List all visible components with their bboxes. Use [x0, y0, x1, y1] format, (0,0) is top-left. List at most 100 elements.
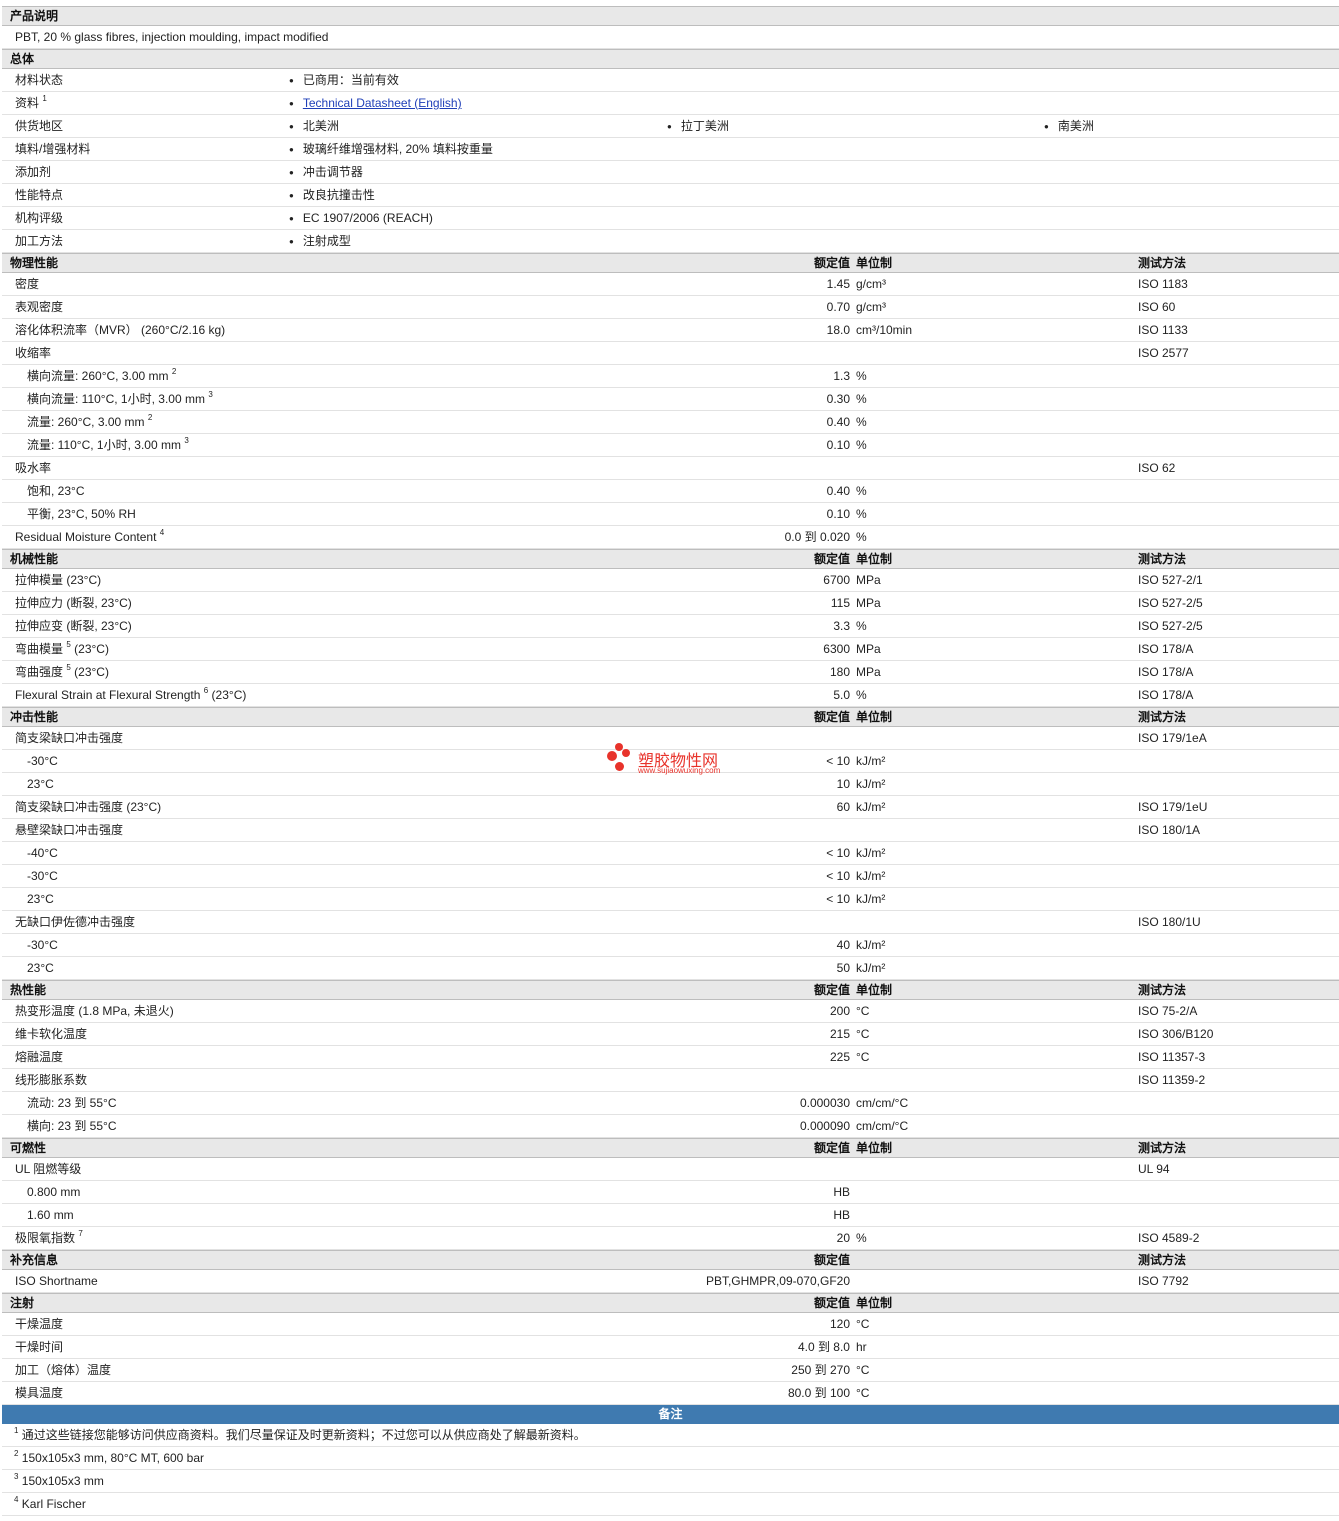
property-value: < 10	[826, 754, 850, 768]
property-label: Residual Moisture Content 4	[15, 526, 164, 548]
property-value: 80.0 到 100	[787, 1386, 850, 1400]
property-row: 23°C 50 kJ/m²	[2, 957, 1339, 980]
note-row: 2 150x105x3 mm, 80°C MT, 600 bar	[2, 1447, 1339, 1470]
note-row: 1 通过这些链接您能够访问供应商资料。我们尽量保证及时更新资料；不过您可以从供应…	[2, 1424, 1339, 1447]
property-label-text: -30°C	[27, 938, 58, 952]
property-label: 干燥温度	[15, 1313, 63, 1335]
property-row: 0.800 mm HB	[2, 1181, 1339, 1204]
section-header: 机械性能 额定值 单位制 测试方法	[2, 549, 1339, 569]
column-header-unit: 单位制	[856, 1296, 893, 1310]
property-unit: cm/cm/°C	[856, 1119, 909, 1133]
property-label-text: 饱和, 23°C	[27, 484, 85, 498]
column-header-unit: 单位制	[856, 552, 893, 566]
bullet-item: Technical Datasheet (English)	[289, 92, 462, 116]
property-unit: MPa	[856, 642, 881, 656]
column-header-value: 额定值	[813, 983, 850, 997]
property-unit: MPa	[856, 573, 881, 587]
property-label-text: 极限氧指数	[15, 1231, 76, 1245]
property-label-text: -30°C	[27, 754, 58, 768]
section-header: 可燃性 额定值 单位制 测试方法	[2, 1138, 1339, 1158]
datasheet-link[interactable]: Technical Datasheet (English)	[303, 96, 462, 110]
property-unit: g/cm³	[856, 277, 886, 291]
property-unit: %	[856, 415, 867, 429]
property-label-text: 简支梁缺口冲击强度	[15, 731, 124, 745]
test-method: ISO 60	[1138, 300, 1176, 314]
property-label: -30°C	[27, 750, 58, 772]
column-header-test: 测试方法	[1138, 552, 1187, 566]
property-label: 加工方法	[15, 230, 63, 252]
footnote-ref: 1	[42, 94, 47, 103]
section-title: 产品说明	[10, 9, 59, 23]
property-value: 0.40	[826, 415, 850, 429]
notes-title: 备注	[658, 1407, 683, 1421]
footnote-ref: 4	[159, 528, 165, 537]
property-label: 填料/增强材料	[15, 138, 90, 160]
property-value: 115	[830, 596, 850, 610]
property-label-text: 热变形温度 (1.8 MPa, 未退火)	[15, 1004, 174, 1018]
property-label: 材料状态	[15, 69, 63, 91]
footnote-ref: 4	[14, 1495, 19, 1504]
section-header: 注射 额定值 单位制	[2, 1293, 1339, 1313]
section-title: 机械性能	[10, 552, 59, 566]
property-label: 横向: 23 到 55°C	[27, 1115, 117, 1137]
property-label-text: 维卡软化温度	[15, 1027, 88, 1041]
property-label: 流量: 260°C, 3.00 mm 2	[27, 411, 152, 433]
property-label: 添加剂	[15, 161, 51, 183]
property-row: 23°C 10 kJ/m²	[2, 773, 1339, 796]
property-value: 0.40	[826, 484, 850, 498]
test-method: ISO 178/A	[1138, 688, 1194, 702]
section-title: 热性能	[10, 983, 47, 997]
property-label: 吸水率	[15, 457, 51, 479]
property-unit: %	[856, 392, 867, 406]
bullet-item: 注射成型	[289, 230, 351, 254]
property-label-text: 23°C	[27, 961, 54, 975]
section-header-description: 产品说明	[2, 6, 1339, 26]
test-method: ISO 62	[1138, 461, 1176, 475]
property-row: 拉伸应变 (断裂, 23°C) 3.3% ISO 527-2/5	[2, 615, 1339, 638]
column-header-value: 额定值	[813, 710, 850, 724]
property-label-text: Residual Moisture Content	[15, 530, 157, 544]
property-row: 吸水率 ISO 62	[2, 457, 1339, 480]
general-row: 供货地区 北美洲 拉丁美洲 南美洲	[2, 115, 1339, 138]
property-row: 23°C < 10 kJ/m²	[2, 888, 1339, 911]
property-label: UL 阻燃等级	[15, 1158, 81, 1180]
property-value: 4.0 到 8.0	[797, 1340, 850, 1354]
general-row: 资料 1 Technical Datasheet (English)	[2, 92, 1339, 115]
property-row: 模具温度 80.0 到 100 °C	[2, 1382, 1339, 1405]
test-method: ISO 1183	[1138, 277, 1188, 291]
note: 4 Karl Fischer	[14, 1493, 86, 1515]
property-label: 23°C	[27, 888, 54, 910]
column-header-test: 测试方法	[1138, 256, 1187, 270]
property-value: 6300	[823, 642, 850, 656]
property-label-text: 流量: 260°C, 3.00 mm	[27, 415, 145, 429]
property-unit: °C	[856, 1027, 870, 1041]
property-label: 拉伸模量 (23°C)	[15, 569, 101, 591]
note-text: Karl Fischer	[21, 1497, 86, 1511]
property-label: 23°C	[27, 957, 54, 979]
test-method: ISO 527-2/5	[1138, 619, 1203, 633]
property-label: 饱和, 23°C	[27, 480, 84, 502]
property-label: 23°C	[27, 773, 54, 795]
property-value: 0.30	[826, 392, 850, 406]
bullet-item: 拉丁美洲	[667, 115, 729, 139]
property-label-text: 干燥温度	[15, 1317, 64, 1331]
column-header-value: 额定值	[813, 1296, 850, 1310]
footnote-ref: 2	[171, 367, 177, 376]
property-unit: cm/cm/°C	[856, 1096, 909, 1110]
test-method: ISO 75-2/A	[1138, 1004, 1198, 1018]
property-unit: %	[856, 530, 867, 544]
property-label-text: 供货地区	[15, 119, 64, 133]
property-row: 密度 1.45 g/cm³ ISO 1183	[2, 273, 1339, 296]
property-unit: %	[856, 619, 867, 633]
property-label-text: 横向流量: 110°C, 1小时, 3.00 mm	[27, 392, 205, 406]
section-header: 热性能 额定值 单位制 测试方法	[2, 980, 1339, 1000]
property-unit: %	[856, 438, 867, 452]
property-label: 线形膨胀系数	[15, 1069, 87, 1091]
footnote-ref: 2	[147, 413, 153, 422]
property-unit: °C	[856, 1004, 870, 1018]
column-header-value: 额定值	[813, 256, 850, 270]
property-label: 表观密度	[15, 296, 63, 318]
property-value: 215	[829, 1027, 850, 1041]
description-text: PBT, 20 % glass fibres, injection mouldi…	[15, 30, 329, 44]
property-value: 18.0	[826, 323, 850, 337]
